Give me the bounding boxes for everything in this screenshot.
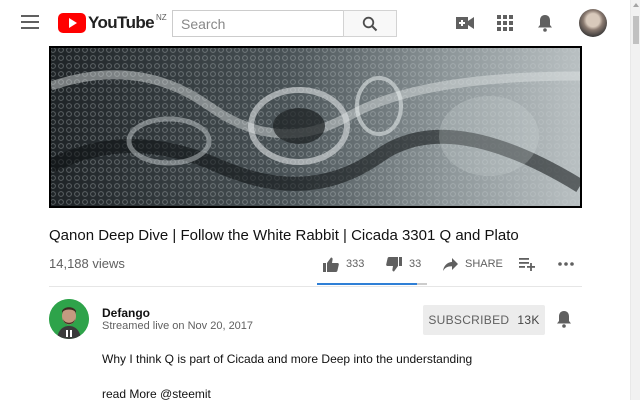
dislike-count: 33	[409, 258, 422, 270]
share-arrow-icon	[443, 257, 458, 271]
subscriber-count: 13K	[517, 313, 540, 327]
notifications-bell-icon	[557, 311, 571, 328]
like-ratio-fill	[317, 283, 418, 285]
search-input[interactable]	[172, 10, 343, 37]
logo-text: YouTube	[88, 13, 155, 32]
publish-date: Streamed live on Nov 20, 2017	[102, 320, 254, 332]
like-count: 333	[346, 258, 365, 270]
channel-avatar[interactable]	[49, 299, 89, 339]
divider	[49, 286, 582, 287]
create-video-button[interactable]	[455, 13, 475, 33]
subscribe-label: SUBSCRIBED	[428, 313, 510, 327]
masthead: YouTube NZ	[0, 0, 630, 46]
subscribe-button[interactable]: SUBSCRIBED 13K	[423, 305, 545, 335]
menu-icon[interactable]	[20, 13, 40, 33]
youtube-logo[interactable]: YouTube NZ	[58, 13, 167, 33]
share-button[interactable]: SHARE	[443, 253, 503, 275]
apps-grid-icon	[497, 15, 513, 31]
apps-button[interactable]	[495, 13, 515, 33]
add-to-playlist-button[interactable]	[519, 253, 535, 275]
video-camera-icon	[456, 17, 474, 29]
notifications-button[interactable]	[535, 13, 555, 33]
video-title: Qanon Deep Dive | Follow the White Rabbi…	[49, 227, 519, 244]
like-dislike-ratio-bar	[317, 283, 427, 285]
scroll-up-arrow-icon[interactable]	[633, 3, 639, 7]
video-frame	[49, 46, 582, 208]
search-button[interactable]	[343, 10, 397, 37]
channel-avatar-image	[49, 299, 89, 339]
video-player[interactable]	[49, 46, 582, 208]
youtube-play-icon	[58, 13, 86, 33]
description-line: Why I think Q is part of Cicada and more…	[102, 352, 473, 366]
notifications-bell-icon	[538, 15, 552, 32]
page-scrollbar[interactable]	[630, 0, 640, 400]
more-dots-icon	[558, 262, 574, 266]
search-icon	[362, 16, 378, 31]
dislike-button[interactable]: 33	[386, 253, 421, 275]
more-actions-button[interactable]	[558, 253, 574, 275]
share-label: SHARE	[465, 258, 503, 270]
account-avatar[interactable]	[579, 9, 607, 37]
add-to-playlist-icon	[519, 257, 535, 271]
channel-notification-button[interactable]	[556, 310, 574, 330]
country-code: NZ	[156, 13, 167, 22]
scroll-thumb[interactable]	[633, 16, 639, 44]
search-bar	[172, 10, 397, 37]
channel-name[interactable]: Defango	[102, 306, 150, 320]
like-button[interactable]: 333	[323, 253, 364, 275]
description-line: read More @steemit	[102, 387, 211, 400]
view-count: 14,188 views	[49, 256, 125, 271]
thumbs-down-icon	[386, 256, 402, 271]
thumbs-up-icon	[323, 257, 339, 272]
